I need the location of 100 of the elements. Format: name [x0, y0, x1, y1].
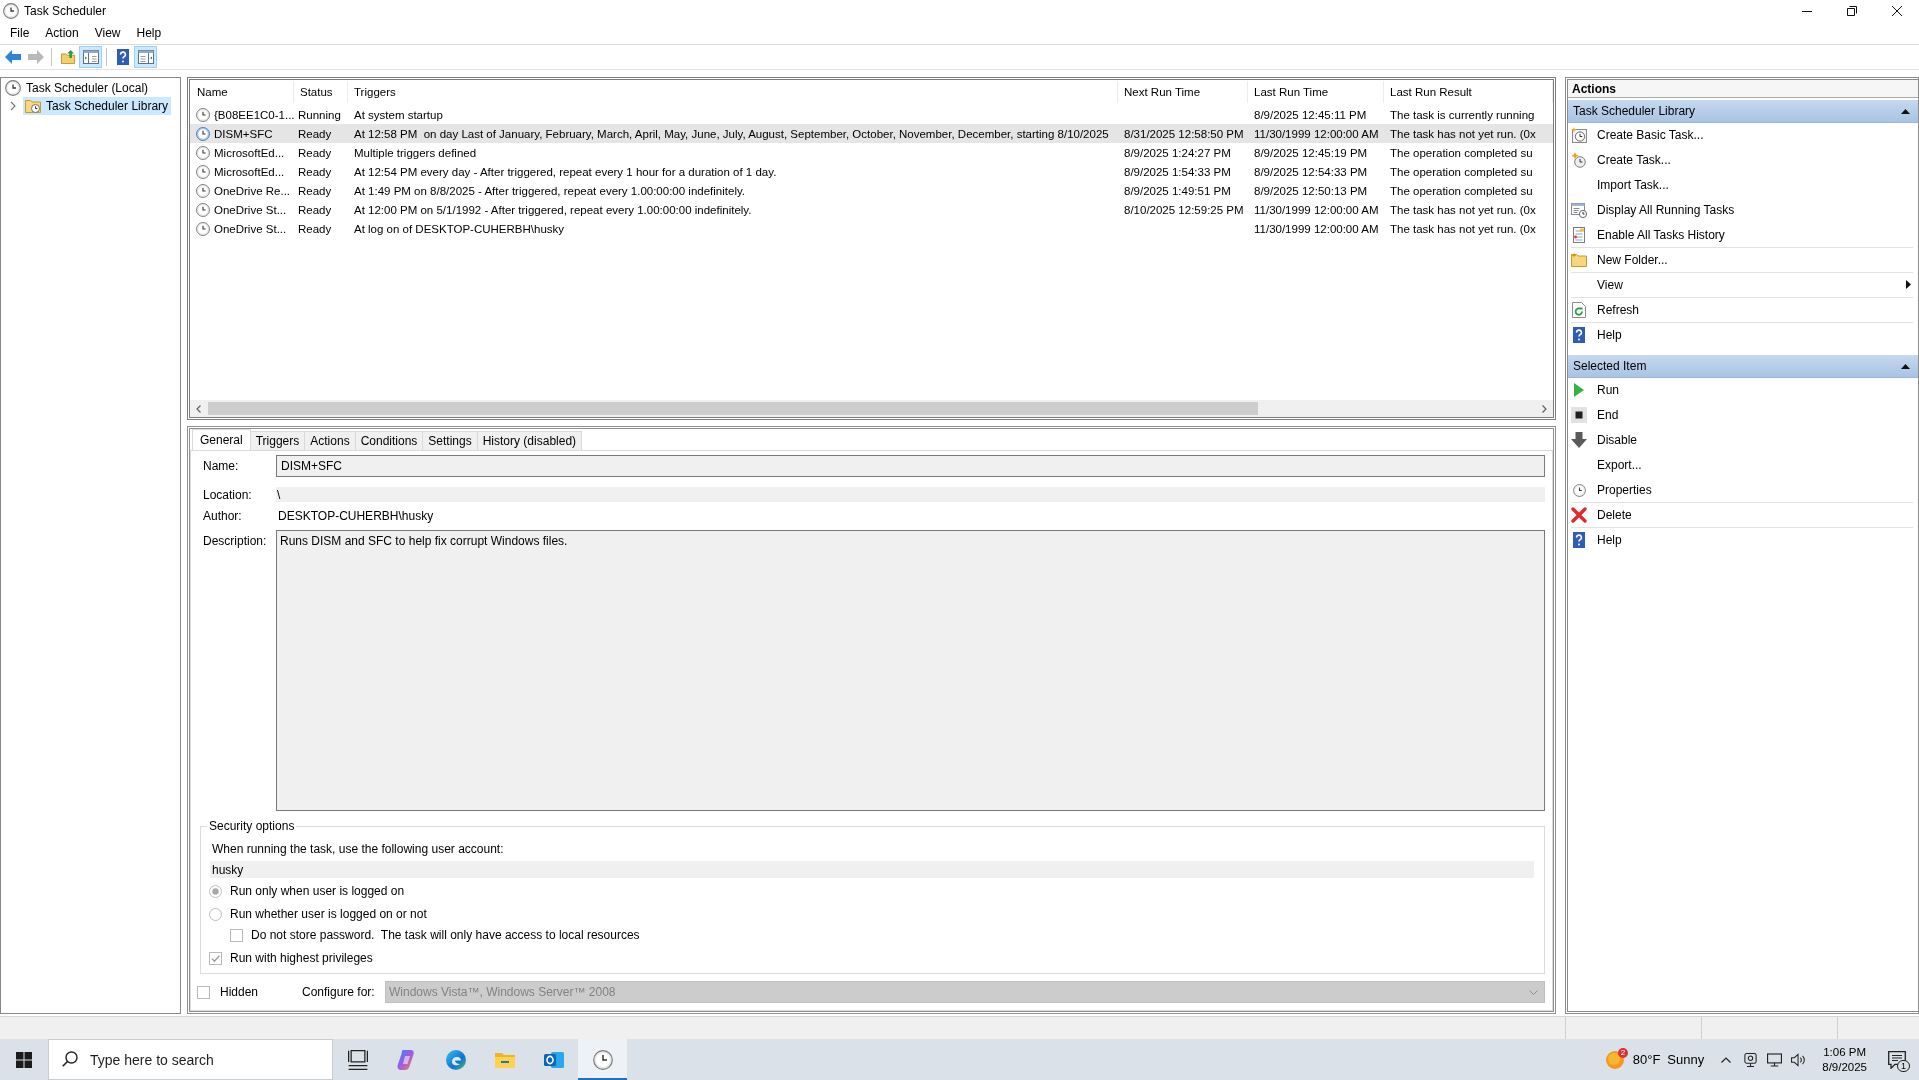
stop-icon: [1571, 407, 1587, 423]
action-link[interactable]: Run: [1571, 378, 1913, 403]
section-header[interactable]: Selected Item: [1568, 355, 1918, 378]
table-cell: At system startup: [354, 108, 443, 121]
temperature[interactable]: 80°F: [1632, 1052, 1661, 1067]
table-row[interactable]: [190, 124, 1553, 143]
action-link[interactable]: Enable All Tasks History: [1571, 223, 1913, 248]
action-link[interactable]: Properties: [1571, 478, 1913, 503]
menu-item[interactable]: Help: [128, 23, 170, 43]
section-header[interactable]: Task Scheduler Library: [1568, 100, 1918, 123]
search-field[interactable]: Type here to search: [48, 1039, 333, 1080]
menu-item[interactable]: Action: [37, 23, 87, 43]
tab[interactable]: General: [192, 429, 251, 450]
sun-icon[interactable]: [1605, 1050, 1624, 1069]
action-link[interactable]: Create Basic Task...: [1571, 123, 1913, 148]
right-arrow-icon: [27, 50, 44, 64]
table-cell: OneDrive Re...: [214, 184, 291, 197]
action-link[interactable]: Create Task...: [1571, 148, 1913, 173]
table-row[interactable]: MicrosoftEd... Ready Multiple triggers defined 8/9/2025 1:24:27 PM 8/9/2025 12:45:19 PM The operation completed su: [190, 143, 1553, 162]
right-caret-icon: [1542, 404, 1547, 413]
caret-down-icon: [1529, 989, 1538, 995]
table-row[interactable]: OneDrive St... Ready At log on of DESKTOP-CUHERBH\husky 11/30/1999 12:00:00 AM The task has not yet run. (0x: [190, 219, 1553, 238]
clock-star-icon: [1571, 152, 1587, 168]
collapse-triangle-icon[interactable]: [1901, 363, 1910, 369]
tab[interactable]: Conditions: [354, 431, 424, 450]
checkbox[interactable]: [197, 985, 210, 999]
table-cell: 8/10/2025 12:59:25 PM: [1124, 203, 1244, 216]
name-field[interactable]: DISM+SFC: [276, 455, 1545, 477]
horizontal-scrollbar[interactable]: [190, 400, 1553, 417]
menu-item[interactable]: View: [86, 23, 129, 43]
clock-icon: [196, 164, 210, 179]
table-cell: Ready: [298, 184, 332, 197]
clock-time[interactable]: 1:06 PM: [1823, 1044, 1867, 1060]
checkbox[interactable]: [209, 951, 222, 965]
table-cell: 11/30/1999 12:00:00 AM: [1254, 127, 1379, 140]
action-pane-toggle-button[interactable]: [134, 46, 157, 68]
table-row[interactable]: {B08EE1C0-1... Running At system startup 8/9/2025 12:45:11 PM The task is currently running: [190, 105, 1553, 124]
radio-button[interactable]: [209, 907, 222, 921]
radio-button[interactable]: [209, 884, 222, 898]
table-row[interactable]: OneDrive Re... Ready At 1:49 PM on 8/8/2025 - After triggered, repeat every 1.00:00:00 indefinitely. 8/9/2025 1:49:51 PM 8/9/2025 12:50:13 PM The operation completed su: [190, 181, 1553, 200]
action-link[interactable]: Delete: [1571, 503, 1913, 528]
column-header[interactable]: Name: [190, 81, 294, 103]
column-header[interactable]: Last Run Result: [1384, 81, 1553, 103]
action-link[interactable]: Export...: [1571, 453, 1913, 478]
location-field: \: [276, 487, 1545, 502]
notification-icon[interactable]: [1888, 1050, 1906, 1069]
column-header[interactable]: Triggers: [348, 81, 1118, 103]
table-cell: 8/9/2025 12:50:13 PM: [1254, 184, 1368, 197]
alert-badge: 2: [1617, 1048, 1629, 1058]
scrollbar-thumb[interactable]: [208, 402, 1258, 415]
close-icon: [1891, 6, 1902, 16]
table-cell: DISM+SFC: [214, 127, 273, 140]
action-link[interactable]: Help: [1571, 528, 1913, 553]
table-row[interactable]: OneDrive St... Ready At 12:00 PM on 5/1/1992 - After triggered, repeat every 1.00:00:00 indefinitely. 8/10/2025 12:59:25 PM 11/30/1999 12:00:00 AM The task has not yet run. (0x: [190, 200, 1553, 219]
table-cell: At log on of DESKTOP-CUHERBH\husky: [354, 222, 565, 235]
chevron-right-icon[interactable]: [9, 101, 17, 111]
field-label: Name:: [203, 459, 240, 473]
table-cell: 8/9/2025 1:24:27 PM: [1124, 146, 1231, 159]
delete-icon: [1571, 507, 1587, 523]
action-link[interactable]: Help: [1571, 323, 1913, 348]
clock-date[interactable]: 8/9/2025: [1822, 1059, 1867, 1075]
pane-title: Actions: [1568, 80, 1918, 98]
action-link[interactable]: Refresh: [1571, 298, 1913, 323]
tree-item[interactable]: Task Scheduler Library: [23, 97, 172, 115]
table-cell: The operation completed su: [1390, 146, 1533, 159]
table-cell: Ready: [298, 203, 332, 216]
tab[interactable]: Settings: [422, 431, 478, 450]
assistant-icon: [396, 1049, 417, 1070]
document-list-icon: [1571, 227, 1587, 243]
checkbox[interactable]: [230, 928, 243, 942]
tab[interactable]: History (disabled): [476, 431, 583, 450]
action-link[interactable]: End: [1571, 403, 1913, 428]
menu-item[interactable]: File: [2, 23, 38, 43]
table-cell: 11/30/1999 12:00:00 AM: [1254, 222, 1379, 235]
table-cell: Running: [298, 108, 341, 121]
column-header[interactable]: Status: [294, 81, 348, 103]
option-label: Run with highest privileges: [230, 951, 373, 965]
tab[interactable]: Triggers: [249, 431, 306, 450]
tab[interactable]: Actions: [304, 431, 356, 450]
description-field[interactable]: Runs DISM and SFC to help fix corrupt Windows files.: [276, 530, 1545, 811]
account-prompt: When running the task, use the following user account:: [212, 842, 505, 857]
action-link[interactable]: New Folder...: [1571, 248, 1913, 273]
group-title: Security options: [207, 819, 297, 833]
weather-condition[interactable]: Sunny: [1667, 1052, 1705, 1067]
action-link[interactable]: Display All Running Tasks: [1571, 198, 1913, 223]
action-link[interactable]: Disable: [1571, 428, 1913, 453]
column-header[interactable]: Last Run Time: [1248, 81, 1384, 103]
action-link[interactable]: View: [1571, 273, 1913, 298]
table-cell: The task is currently running: [1390, 108, 1535, 121]
camera-icon: [1742, 1052, 1758, 1067]
table-row[interactable]: MicrosoftEd... Ready At 12:54 PM every day - After triggered, repeat every 1 hour for a duration of 1 day. 8/9/2025 1:54:33 PM 8/9/2025 12:54:33 PM The operation completed su: [190, 162, 1553, 181]
console-tree-toggle-button[interactable]: [79, 46, 102, 68]
tree-item[interactable]: Task Scheduler (Local): [3, 79, 152, 97]
collapse-triangle-icon[interactable]: [1901, 108, 1910, 114]
table-cell: 8/9/2025 1:49:51 PM: [1124, 184, 1231, 197]
action-link[interactable]: Import Task...: [1571, 173, 1913, 198]
option-label: Do not store password. The task will only have access to local resources: [251, 928, 640, 942]
column-header[interactable]: Next Run Time: [1118, 81, 1248, 103]
folder-icon: [1571, 252, 1587, 268]
window-title: Task Scheduler: [24, 4, 108, 18]
